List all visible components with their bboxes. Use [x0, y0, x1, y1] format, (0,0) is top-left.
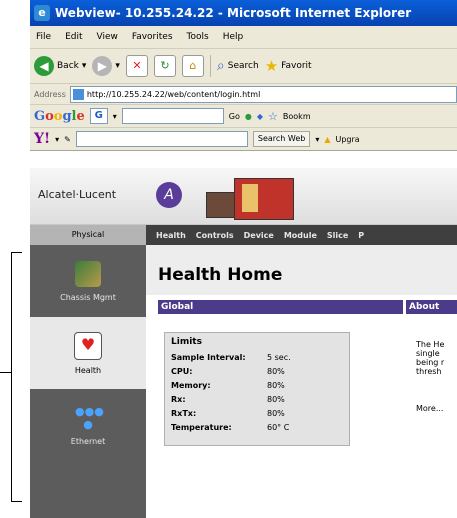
limits-title: Limits [171, 337, 202, 347]
sidebar-item-chassis-mgmt[interactable]: Chassis Mgmt [30, 245, 146, 317]
settings-icon[interactable]: ◆ [257, 112, 263, 121]
google-search-input[interactable] [121, 108, 224, 124]
menu-view[interactable]: View [97, 32, 118, 42]
chassis-icon [75, 260, 101, 287]
page-icon [72, 88, 84, 100]
google-bookmarks-button[interactable]: Bookm [283, 112, 311, 121]
page-title: Health Home [158, 265, 283, 285]
menu-help[interactable]: Help [223, 32, 244, 42]
home-icon[interactable]: ⌂ [181, 55, 204, 77]
about-more-link[interactable]: More... [416, 404, 443, 413]
back-arrow-icon: ◀ [34, 56, 54, 76]
yahoo-upgrade-link[interactable]: Upgra [336, 135, 360, 144]
chevron-down-icon: ▾ [115, 61, 120, 71]
forward-button[interactable]: ▶ ▾ [92, 56, 120, 76]
yahoo-search-web-button[interactable]: Search Web [252, 131, 311, 147]
about-section-header: About [406, 300, 457, 314]
warning-icon: ▲ [324, 134, 331, 144]
google-toolbar: Google G ▾ Go ● ◆ ☆ Bookm [30, 105, 457, 128]
stop-icon[interactable]: ✕ [125, 55, 148, 77]
tab-slice[interactable]: Slice [327, 231, 348, 240]
tab-p[interactable]: P [358, 231, 364, 240]
menu-tools[interactable]: Tools [187, 32, 209, 42]
yahoo-toolbar: Y! ▾ ✎ Search Web ▾ ▲ Upgra [30, 128, 457, 151]
yahoo-search-input[interactable] [75, 131, 248, 147]
ethernet-icon: ●●● ● [75, 404, 104, 431]
brand-header: Alcatel·Lucent A [30, 168, 457, 225]
google-search-combo[interactable]: G [89, 108, 108, 124]
global-section-header: Global [158, 300, 403, 314]
sidebar-item-health[interactable]: ♥ Health [30, 317, 146, 389]
address-url: http://10.255.24.22/web/content/login.ht… [86, 89, 261, 99]
window-title: Webview- 10.255.24.22 - Microsoft Intern… [55, 6, 412, 20]
tab-health[interactable]: Health [156, 231, 186, 240]
search-button[interactable]: ⌕ Search [217, 58, 259, 74]
address-input[interactable]: http://10.255.24.22/web/content/login.ht… [69, 85, 457, 103]
limits-box: Limits Sample Interval: 5 sec. CPU: 80% … [164, 332, 350, 446]
limits-row: CPU: 80% [171, 367, 285, 376]
top-navigation: Physical Health Controls Device Module S… [30, 225, 457, 245]
address-label: Address [34, 89, 66, 99]
annotation-bracket-tick [0, 372, 12, 373]
ie-icon: e [34, 5, 50, 21]
pagerank-icon[interactable]: ● [245, 112, 252, 121]
tab-controls[interactable]: Controls [196, 231, 234, 240]
tab-device[interactable]: Device [244, 231, 274, 240]
chevron-down-icon: ▾ [112, 111, 117, 121]
nav-physical[interactable]: Physical [30, 225, 146, 245]
sidebar: Chassis Mgmt ♥ Health ●●● ● Ethernet [30, 245, 146, 518]
toolbar-separator [209, 55, 211, 77]
google-go-button[interactable]: Go [229, 112, 240, 121]
nav-tabs: Health Controls Device Module Slice P [146, 231, 364, 240]
star-icon: ★ [264, 57, 279, 75]
limits-row: Sample Interval: 5 sec. [171, 353, 291, 362]
google-logo: Google [34, 108, 85, 124]
pencil-icon[interactable]: ✎ [64, 135, 71, 144]
menu-favorites[interactable]: Favorites [132, 32, 173, 42]
alcatel-lucent-logo-icon: A [156, 182, 182, 208]
favorites-button[interactable]: ★ Favorit [265, 57, 312, 75]
limits-row: Temperature: 60° C [171, 423, 290, 432]
standard-toolbar: ◀ Back ▾ ▶ ▾ ✕ ↻ ⌂ ⌕ Search ★ Favorit [30, 49, 457, 84]
search-icon: ⌕ [216, 58, 225, 74]
back-button[interactable]: ◀ Back ▾ [34, 56, 86, 76]
health-icon: ♥ [74, 331, 102, 360]
title-bar: e Webview- 10.255.24.22 - Microsoft Inte… [30, 0, 457, 26]
address-bar: Address http://10.255.24.22/web/content/… [30, 84, 457, 105]
annotation-bracket [11, 252, 22, 502]
refresh-icon[interactable]: ↻ [153, 55, 176, 77]
sidebar-item-ethernet[interactable]: ●●● ● Ethernet [30, 389, 146, 461]
webview-page: Alcatel·Lucent A Physical Health Control… [30, 168, 457, 518]
browser-window: e Webview- 10.255.24.22 - Microsoft Inte… [30, 0, 457, 518]
chevron-down-icon: ▾ [315, 134, 320, 144]
bookmark-star-icon: ☆ [268, 109, 278, 123]
chevron-down-icon: ▾ [81, 61, 87, 71]
tab-module[interactable]: Module [284, 231, 317, 240]
limits-row: RxTx: 80% [171, 409, 285, 418]
limits-row: Rx: 80% [171, 395, 285, 404]
about-text: The He single being r thresh [416, 340, 445, 376]
limits-row: Memory: 80% [171, 381, 285, 390]
menu-edit[interactable]: Edit [65, 32, 82, 42]
brand-name: Alcatel·Lucent [38, 188, 117, 201]
yahoo-logo[interactable]: Y! [34, 131, 50, 147]
menu-file[interactable]: File [36, 32, 51, 42]
equipment-image [206, 174, 296, 220]
chevron-down-icon: ▾ [55, 134, 60, 144]
forward-arrow-icon: ▶ [92, 56, 113, 76]
menu-bar: File Edit View Favorites Tools Help [30, 26, 457, 49]
